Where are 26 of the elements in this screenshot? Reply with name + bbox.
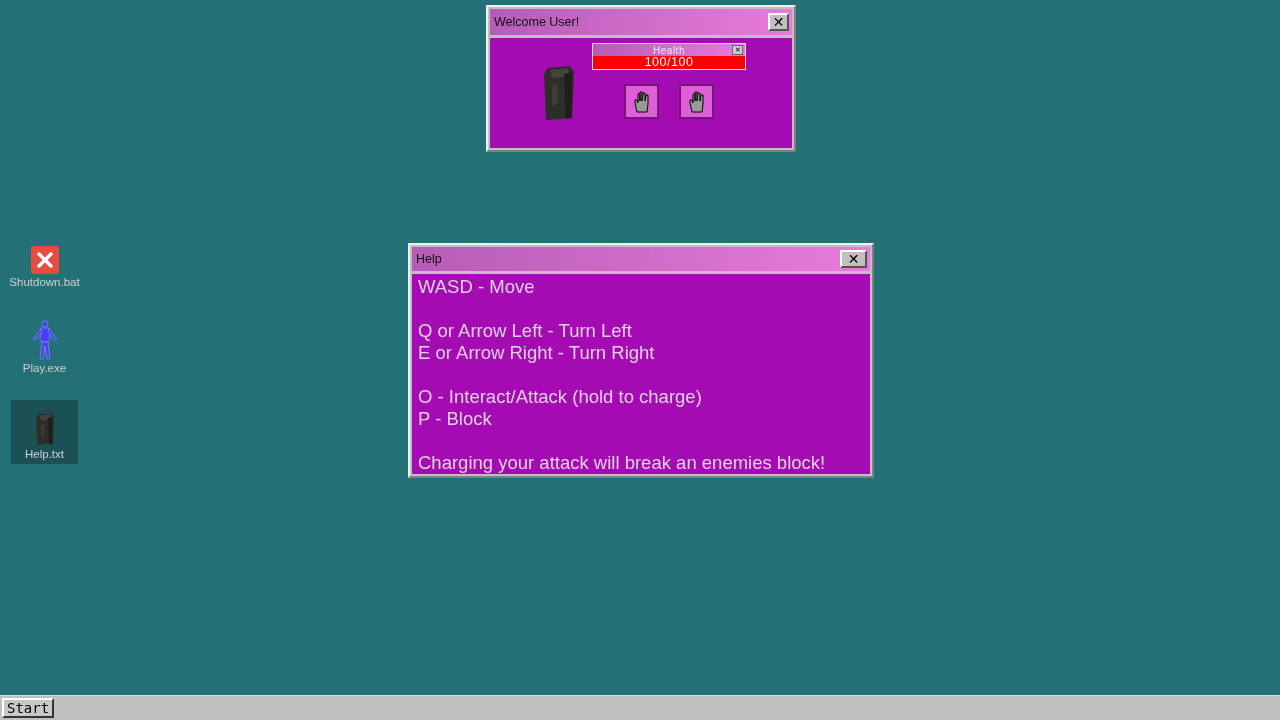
- help-line: P - Block: [418, 408, 493, 430]
- help-line: Q or Arrow Left - Turn Left: [418, 320, 633, 342]
- help-line: WASD - Move: [418, 276, 536, 298]
- close-button[interactable]: ✕: [840, 250, 867, 268]
- hand-icon: [687, 90, 706, 113]
- hand-icon: [632, 90, 651, 113]
- desktop-icon-label: Play.exe: [22, 362, 67, 374]
- desktop-icon[interactable]: Shutdown.bat: [11, 228, 78, 292]
- start-button[interactable]: Start: [2, 698, 55, 718]
- window-title: Welcome User!: [494, 15, 580, 29]
- hand-button[interactable]: [624, 84, 659, 119]
- health-title: Health: [653, 44, 685, 56]
- window-title: Help: [416, 252, 442, 266]
- desktop-icon-label: Help.txt: [25, 448, 64, 460]
- desktop-icon[interactable]: Play.exe: [11, 314, 78, 378]
- statue-icon: [34, 412, 55, 446]
- desktop-icon-label: Shutdown.bat: [9, 276, 80, 288]
- close-icon: [30, 246, 59, 274]
- desktop-icon[interactable]: Help.txt: [11, 400, 78, 464]
- help-line: O - Interact/Attack (hold to charge): [418, 386, 703, 408]
- statue-icon: [542, 64, 576, 122]
- close-button[interactable]: ✕: [768, 13, 789, 31]
- help-line: E or Arrow Right - Turn Right: [418, 342, 656, 364]
- hand-button[interactable]: [679, 84, 714, 119]
- health-reading: 100/100: [643, 56, 695, 69]
- help-line: Charging your attack will break an enemies block!: [418, 452, 827, 474]
